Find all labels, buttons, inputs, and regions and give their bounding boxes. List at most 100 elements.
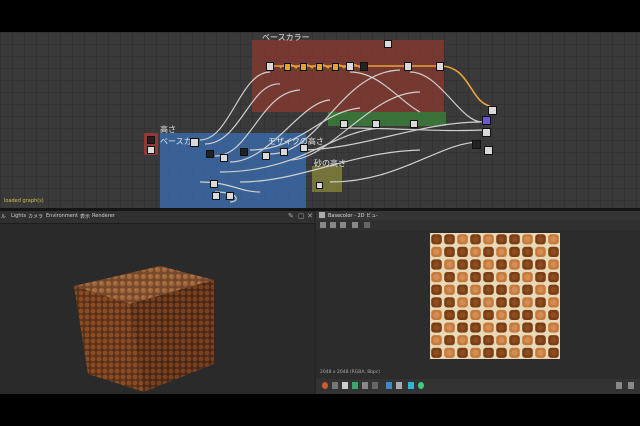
- node-blue-3[interactable]: [220, 154, 228, 162]
- node-blend-2[interactable]: [300, 63, 307, 71]
- node-height-1[interactable]: [147, 136, 155, 144]
- alpha-icon[interactable]: [352, 382, 358, 389]
- texture-tile-highlight: [472, 286, 479, 293]
- node-output-2[interactable]: [488, 106, 497, 115]
- node-graph-view[interactable]: ベースカラー 高さ ベースカ モザイクの高さ 砂の高さ loaded graph…: [0, 32, 640, 208]
- texture-tile-highlight: [511, 274, 518, 281]
- node-blue-9[interactable]: [226, 192, 234, 200]
- menu-lights[interactable]: Lights: [11, 213, 26, 219]
- texture-tile-highlight: [524, 311, 531, 318]
- texture-tile-highlight: [537, 236, 544, 243]
- node-blue-4[interactable]: [240, 148, 248, 156]
- menu-scene[interactable]: ル: [1, 213, 6, 220]
- grid-icon[interactable]: [342, 382, 348, 389]
- channel-icon[interactable]: [364, 222, 370, 228]
- texture-preview[interactable]: [430, 233, 560, 359]
- texture-tile-highlight: [537, 337, 544, 344]
- right-arrow-icon[interactable]: [628, 382, 634, 389]
- texture-tile-highlight: [550, 248, 557, 255]
- node-basecolor-1[interactable]: [266, 62, 274, 71]
- texture-tile-highlight: [459, 324, 466, 331]
- texture-tile-highlight: [550, 299, 557, 306]
- info-icon[interactable]: [372, 382, 378, 389]
- texture-tile-highlight: [446, 349, 453, 356]
- node-sand-1[interactable]: [316, 182, 323, 189]
- copy-icon[interactable]: [340, 222, 346, 228]
- menu-display[interactable]: 表示: [80, 213, 90, 220]
- menu-environment[interactable]: Environment: [46, 213, 78, 219]
- texture-tile-highlight: [485, 261, 492, 268]
- node-blue-7[interactable]: [300, 144, 308, 152]
- texture-tile-highlight: [498, 299, 505, 306]
- node-green-2[interactable]: [372, 120, 380, 128]
- node-blend-1[interactable]: [284, 63, 291, 71]
- texture-tile-highlight: [537, 349, 544, 356]
- node-height-2[interactable]: [147, 146, 155, 154]
- texture-tile-highlight: [524, 274, 531, 281]
- texture-tile-highlight: [459, 286, 466, 293]
- view-2d-tab-icon: [319, 212, 325, 218]
- node-output-4[interactable]: [472, 140, 481, 149]
- view-2d-panel[interactable]: Basecolor - 2D ビュ- 2048 x 2048 (RGBA, 8b…: [316, 211, 640, 394]
- sphere-icon[interactable]: [418, 382, 424, 389]
- color-picker-icon[interactable]: [322, 382, 328, 389]
- texture-tile-highlight: [524, 236, 531, 243]
- bars-icon[interactable]: [386, 382, 392, 389]
- view-2d-tab-label[interactable]: Basecolor - 2D ビュ-: [328, 212, 378, 219]
- node-output-1[interactable]: [482, 116, 491, 125]
- left-arrow-icon[interactable]: [616, 382, 622, 389]
- texture-tile-highlight: [433, 324, 440, 331]
- texture-tile-highlight: [446, 286, 453, 293]
- node-blue-6[interactable]: [280, 148, 288, 156]
- texture-tile-highlight: [511, 311, 518, 318]
- node-basecolor-3[interactable]: [360, 62, 368, 71]
- texture-tile-highlight: [498, 349, 505, 356]
- cube-preview[interactable]: [0, 224, 314, 394]
- texture-tile-highlight: [537, 324, 544, 331]
- texture-tile-highlight: [511, 337, 518, 344]
- node-output-3[interactable]: [482, 128, 491, 137]
- node-basecolor-2[interactable]: [346, 62, 354, 71]
- node-basecolor-6[interactable]: [436, 62, 444, 71]
- node-blue-10[interactable]: [210, 180, 218, 188]
- menu-renderer[interactable]: Renderer: [92, 213, 115, 219]
- node-output-5[interactable]: [484, 146, 493, 155]
- node-blue-8[interactable]: [212, 192, 220, 200]
- view-3d-panel[interactable]: ル Lights カメラ Environment 表示 Renderer ✎ ▢…: [0, 211, 314, 394]
- texture-tile-highlight: [459, 299, 466, 306]
- node-blend-3[interactable]: [316, 63, 323, 71]
- texture-tile-highlight: [433, 349, 440, 356]
- node-green-1[interactable]: [340, 120, 348, 128]
- texture-tile-highlight: [485, 324, 492, 331]
- texture-tile-highlight: [511, 349, 518, 356]
- texture-tile-highlight: [472, 349, 479, 356]
- node-blue-2[interactable]: [206, 150, 214, 158]
- node-basecolor-4[interactable]: [384, 40, 392, 48]
- texture-tile-highlight: [485, 311, 492, 318]
- node-basecolor-5[interactable]: [404, 62, 412, 71]
- node-blue-1[interactable]: [190, 138, 199, 147]
- close-icon[interactable]: ✕: [307, 212, 313, 220]
- save-icon[interactable]: [330, 222, 336, 228]
- menu-camera[interactable]: カメラ: [28, 213, 43, 220]
- texture-tile-highlight: [511, 248, 518, 255]
- texture-tile-highlight: [446, 311, 453, 318]
- tile-icon[interactable]: [352, 222, 358, 228]
- texture-info: 2048 x 2048 (RGBA, 8bpc): [320, 370, 381, 375]
- texture-tile-highlight: [550, 349, 557, 356]
- maximize-icon[interactable]: ▢: [298, 212, 305, 220]
- node-green-3[interactable]: [410, 120, 418, 128]
- tiling-icon[interactable]: [362, 382, 368, 389]
- pin-icon[interactable]: ✎: [288, 212, 294, 220]
- fit-view-icon[interactable]: [320, 222, 326, 228]
- texture-tile-highlight: [485, 236, 492, 243]
- texture-tile-highlight: [498, 274, 505, 281]
- scale-icon[interactable]: [408, 382, 414, 389]
- histogram-icon[interactable]: [332, 382, 338, 389]
- node-blend-4[interactable]: [332, 63, 339, 71]
- texture-tile-highlight: [472, 311, 479, 318]
- levels-icon[interactable]: [396, 382, 402, 389]
- texture-tile-highlight: [433, 311, 440, 318]
- texture-tile-highlight: [472, 274, 479, 281]
- node-blue-5[interactable]: [262, 152, 270, 160]
